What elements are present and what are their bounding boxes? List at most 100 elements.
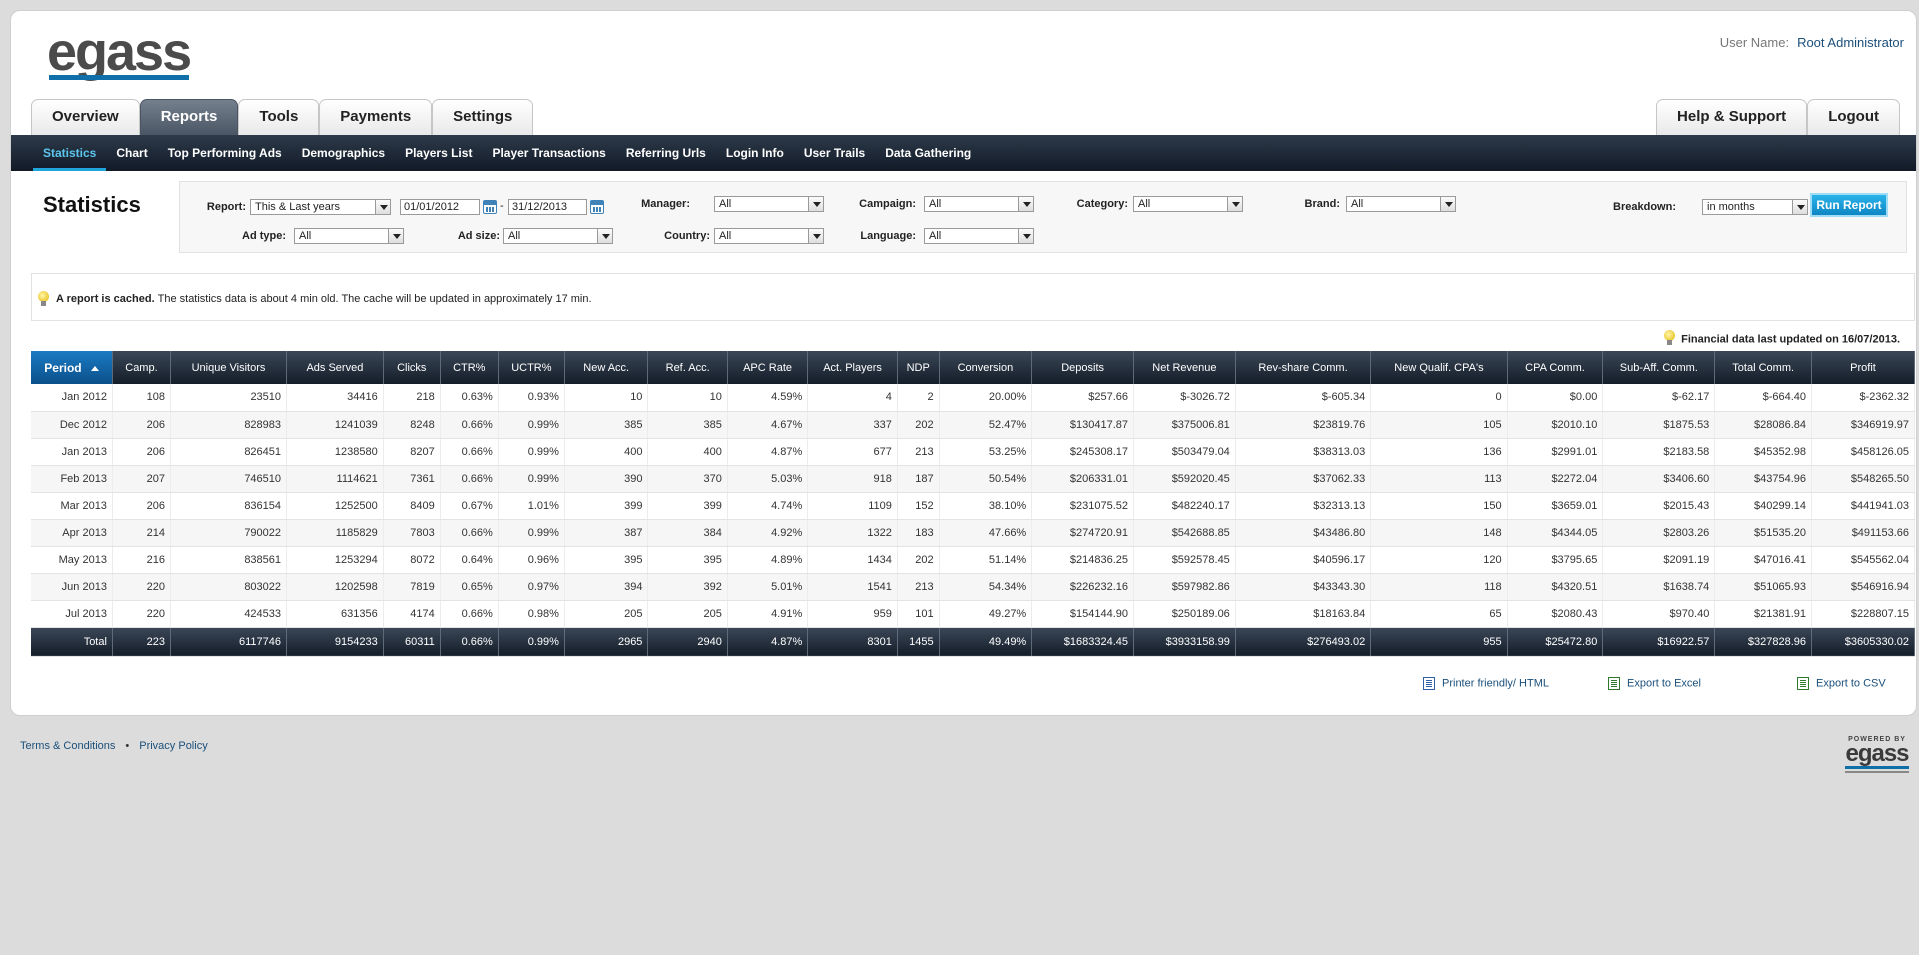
table-cell: 108 [112,384,171,412]
main-tabs: Overview Reports Tools Payments Settings [31,99,534,135]
table-cell: 395 [647,546,728,574]
table-cell: $130417.87 [1031,411,1135,439]
table-cell: 790022 [170,519,288,547]
tab-settings[interactable]: Settings [432,99,534,135]
category-select-value: All [1138,198,1151,210]
egass-logo[interactable]: egass [47,25,192,79]
subnav-login-info[interactable]: Login Info [716,135,794,171]
table-cell: 220 [112,573,171,601]
table-cell: 183 [897,519,940,547]
printer-friendly-link[interactable]: Printer friendly/ HTML [1423,677,1549,690]
column-header[interactable]: Sub-Aff. Comm. [1602,351,1716,384]
total-cell: 0.99% [498,627,565,657]
table-cell: $441941.03 [1811,492,1915,520]
user-name-link[interactable]: Root Administrator [1797,35,1904,50]
period-cell: Apr 2013 [31,519,113,547]
calendar-icon[interactable] [483,200,497,214]
subnav-players-list[interactable]: Players List [395,135,482,171]
tab-logout[interactable]: Logout [1807,99,1900,135]
chevron-down-icon [808,197,823,211]
column-header[interactable]: APC Rate [727,351,809,384]
category-label: Category: [1076,198,1128,210]
column-header[interactable]: New Acc. [564,351,649,384]
table-cell: 826451 [170,438,288,466]
breakdown-select[interactable]: in months [1702,199,1808,215]
printer-friendly-label[interactable]: Printer friendly/ HTML [1442,677,1549,689]
column-header[interactable]: Net Revenue [1133,351,1236,384]
table-cell: 0.66% [440,465,499,493]
table-cell: $40299.14 [1714,492,1813,520]
date-from-input[interactable]: 01/01/2012 [400,199,480,215]
tab-help-support[interactable]: Help & Support [1656,99,1808,135]
table-cell: $21381.91 [1714,600,1813,628]
period-cell: May 2013 [31,546,113,574]
language-select[interactable]: All [924,228,1034,244]
table-cell: $2803.26 [1602,519,1716,547]
subnav-statistics[interactable]: Statistics [33,135,107,171]
column-header[interactable]: Ads Served [286,351,384,384]
table-cell: 0.96% [498,546,565,574]
subnav-data-gathering[interactable]: Data Gathering [875,135,981,171]
column-header-period[interactable]: Period [31,351,113,384]
table-cell: $2091.19 [1602,546,1716,574]
column-header[interactable]: CPA Comm. [1507,351,1604,384]
report-select[interactable]: This & Last years [250,199,391,215]
table-cell: $592578.45 [1133,546,1236,574]
column-header[interactable]: CTR% [440,351,499,384]
export-csv-link[interactable]: Export to CSV [1797,677,1886,690]
column-header[interactable]: Profit [1811,351,1915,384]
category-select[interactable]: All [1133,196,1243,212]
lightbulb-icon [1664,330,1676,345]
brand-select[interactable]: All [1346,196,1456,212]
subnav-referring-urls[interactable]: Referring Urls [616,135,716,171]
table-row: May 2013 216 838561 1253294 8072 0.64% 0.96% 39… [31,546,1915,574]
column-header[interactable]: Act. Players [807,351,898,384]
column-header[interactable]: Conversion [939,351,1033,384]
total-cell: 6117746 [170,627,288,657]
column-header-label: UCTR% [511,361,552,374]
ad-size-select[interactable]: All [503,228,613,244]
campaign-select[interactable]: All [924,196,1034,212]
export-excel-label[interactable]: Export to Excel [1627,677,1701,689]
subnav-top-performing-ads[interactable]: Top Performing Ads [158,135,292,171]
tab-payments[interactable]: Payments [319,99,433,135]
column-header-label: Ref. Acc. [665,361,710,374]
column-header[interactable]: Total Comm. [1714,351,1813,384]
column-header[interactable]: Ref. Acc. [647,351,728,384]
subnav-chart[interactable]: Chart [106,135,157,171]
total-cell: 2940 [647,627,728,657]
table-cell: 0.63% [440,384,499,412]
ad-type-select[interactable]: All [294,228,404,244]
column-header[interactable]: Rev-share Comm. [1235,351,1372,384]
column-header[interactable]: UCTR% [498,351,565,384]
tab-reports[interactable]: Reports [139,99,239,135]
column-header[interactable]: NDP [897,351,940,384]
column-header[interactable]: Clicks [383,351,441,384]
column-header[interactable]: Camp. [112,351,171,384]
total-cell: $3605330.02 [1811,627,1915,657]
run-report-button[interactable]: Run Report [1810,193,1888,217]
column-header[interactable]: Unique Visitors [170,351,288,384]
tab-tools[interactable]: Tools [238,99,320,135]
manager-select[interactable]: All [714,196,824,212]
subnav-demographics[interactable]: Demographics [292,135,395,171]
total-cell: 9154233 [286,627,384,657]
country-select[interactable]: All [714,228,824,244]
column-header[interactable]: Deposits [1031,351,1135,384]
subnav-player-transactions[interactable]: Player Transactions [482,135,615,171]
total-cell: 955 [1370,627,1508,657]
date-to-input[interactable]: 31/12/2013 [508,199,587,215]
calendar-icon[interactable] [590,200,604,214]
export-csv-label[interactable]: Export to CSV [1816,677,1886,689]
column-header-label: CPA Comm. [1525,361,1585,374]
sort-ascending-icon[interactable] [90,365,99,371]
terms-link[interactable]: Terms & Conditions [20,740,115,752]
table-cell: 1253294 [286,546,384,574]
tab-overview[interactable]: Overview [31,99,140,135]
campaign-label: Campaign: [859,198,916,210]
column-header[interactable]: New Qualif. CPA's [1370,351,1508,384]
export-excel-link[interactable]: Export to Excel [1608,677,1701,690]
privacy-link[interactable]: Privacy Policy [139,740,207,752]
column-header-label: Act. Players [823,361,882,374]
subnav-user-trails[interactable]: User Trails [794,135,875,171]
